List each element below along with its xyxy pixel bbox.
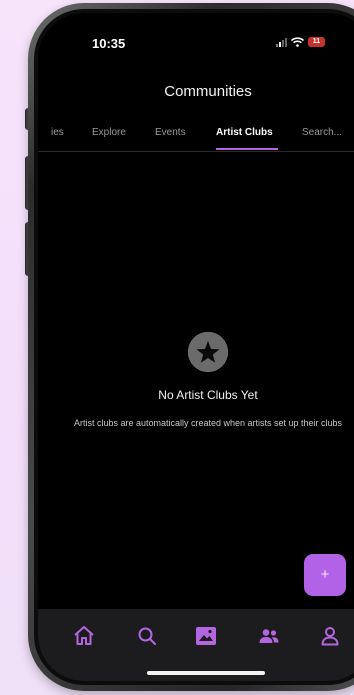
app-screen: 10:35 11 Communities ies Explore Events … [38, 13, 354, 681]
nav-home[interactable] [72, 624, 96, 648]
home-indicator[interactable] [147, 671, 265, 675]
home-icon [74, 626, 94, 645]
nav-gallery[interactable] [194, 624, 218, 648]
plus-icon: + [320, 566, 330, 583]
phone-frame: 10:35 11 Communities ies Explore Events … [28, 3, 354, 691]
add-club-button[interactable]: + [304, 554, 346, 596]
nav-search[interactable] [135, 624, 159, 648]
status-icons: 11 [276, 37, 325, 47]
bottom-navigation [38, 609, 354, 681]
tab-events[interactable]: Events [155, 127, 186, 138]
empty-state-description: Artist clubs are automatically created w… [73, 418, 343, 428]
nav-profile[interactable] [318, 624, 342, 648]
star-icon [188, 332, 228, 372]
empty-state-title: No Artist Clubs Yet [158, 388, 258, 402]
tab-communities[interactable]: ies [51, 127, 64, 138]
wifi-icon [291, 37, 304, 47]
tab-bar: ies Explore Events Artist Clubs Search..… [38, 121, 354, 152]
tab-search[interactable]: Search... [302, 127, 342, 138]
tab-explore[interactable]: Explore [92, 127, 126, 138]
gallery-icon [196, 627, 216, 645]
status-time: 10:35 [92, 36, 126, 51]
page-title: Communities [164, 83, 252, 100]
people-icon [259, 629, 279, 643]
search-icon [138, 627, 156, 645]
stage: 10:35 11 Communities ies Explore Events … [0, 0, 354, 695]
phone-bezel: 10:35 11 Communities ies Explore Events … [34, 9, 354, 685]
profile-icon [321, 627, 339, 646]
cellular-signal-icon [276, 37, 287, 47]
tab-artist-clubs[interactable]: Artist Clubs [216, 127, 273, 138]
active-tab-indicator [216, 148, 278, 150]
nav-communities[interactable] [257, 624, 281, 648]
battery-icon: 11 [308, 37, 325, 47]
